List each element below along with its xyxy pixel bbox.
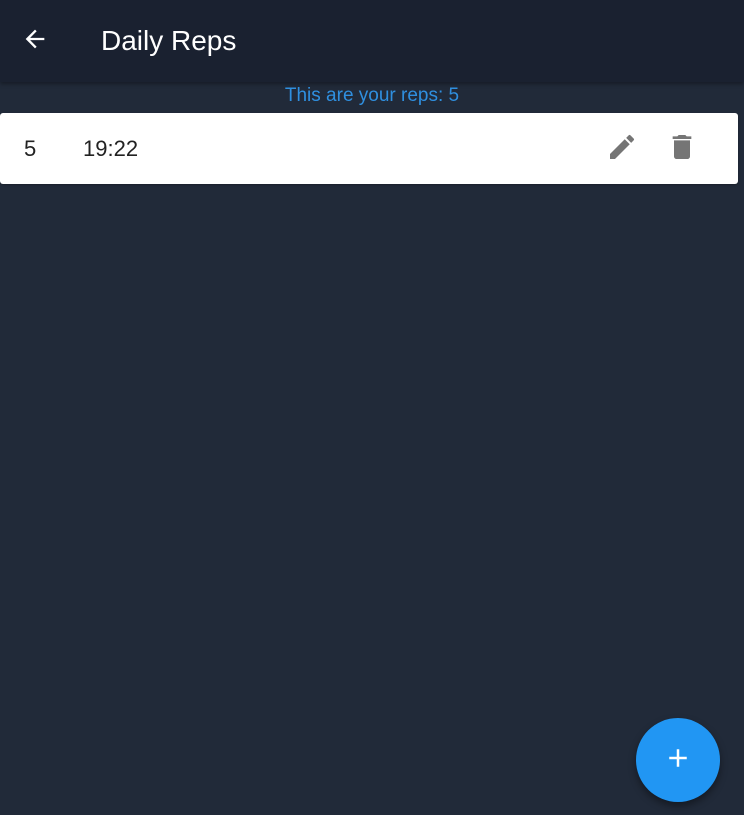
rep-time: 19:22	[83, 136, 139, 161]
page-title: Daily Reps	[101, 25, 237, 56]
rep-count: 5	[24, 136, 37, 161]
edit-button[interactable]	[600, 127, 644, 171]
app-bar: Daily Reps	[0, 0, 744, 82]
pencil-icon	[606, 131, 638, 168]
reps-summary: This are your reps: 5	[284, 85, 460, 106]
app-screen: Daily Reps This are your reps: 5 5 19:22	[0, 0, 744, 815]
arrow-back-icon	[21, 25, 49, 58]
delete-button[interactable]	[660, 127, 704, 171]
list-item: 5 19:22	[0, 113, 738, 184]
rep-list: 5 19:22	[0, 113, 738, 184]
plus-icon	[663, 743, 693, 778]
add-rep-button[interactable]	[636, 718, 720, 802]
back-button[interactable]	[14, 20, 56, 62]
trash-icon	[666, 131, 698, 168]
